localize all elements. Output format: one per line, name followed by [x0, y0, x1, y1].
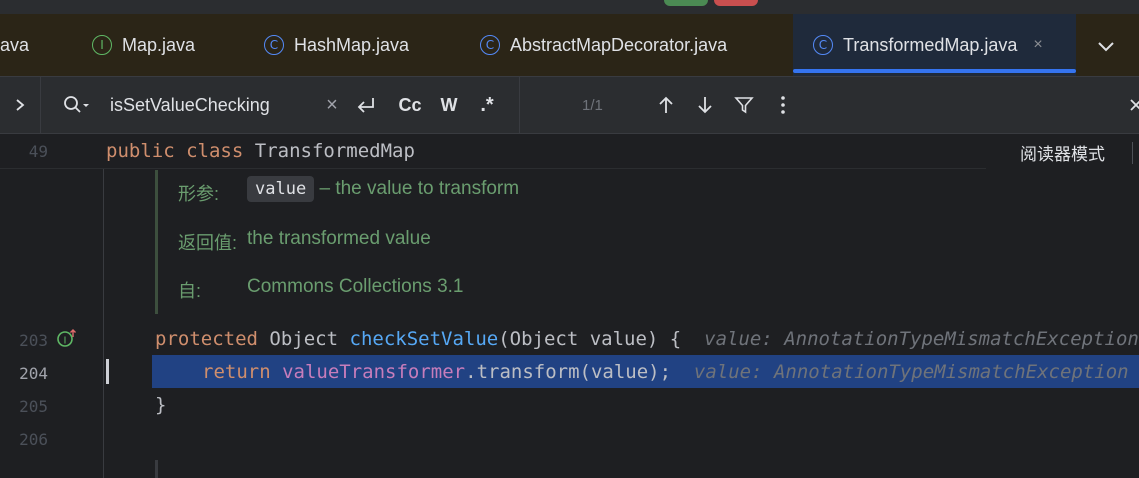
class-icon: C — [813, 35, 833, 55]
keyword: public — [106, 140, 175, 162]
tab-label: TransformedMap.java — [843, 34, 1018, 55]
line-number: 206 — [19, 430, 48, 449]
gutter-divider — [103, 134, 104, 478]
expand-replace-toggle[interactable] — [0, 77, 40, 133]
tab-label: HashMap.java — [294, 34, 410, 55]
divider — [40, 77, 41, 133]
match-count: 1/1 — [582, 96, 603, 114]
active-tab-indicator — [793, 69, 1076, 73]
doc-param-name: value — [247, 176, 315, 202]
indent-guide — [155, 460, 158, 478]
ide-window: ava I Map.java C HashMap.java C Abstract… — [0, 0, 1139, 478]
keyword: protected — [155, 328, 258, 350]
tab-label: AbstractMapDecorator.java — [510, 34, 728, 55]
text-caret — [106, 359, 109, 384]
field-name: valueTransformer — [282, 361, 466, 383]
close-tab-icon[interactable]: × — [1033, 36, 1042, 54]
method-name: checkSetValue — [349, 328, 499, 350]
regex-toggle[interactable]: .* — [474, 77, 500, 133]
match-case-toggle[interactable]: Cc — [394, 77, 426, 133]
type-name: Object — [269, 328, 339, 350]
interface-icon: I — [92, 35, 112, 55]
svg-text:I: I — [64, 336, 67, 347]
tab-hashmap-java[interactable]: C HashMap.java — [264, 14, 409, 76]
filter-button[interactable] — [732, 77, 756, 133]
keyword: class — [186, 140, 244, 162]
class-name: TransformedMap — [254, 140, 415, 162]
doc-since-label: 自: — [178, 281, 202, 301]
doc-param-desc: – the value to transform — [319, 178, 520, 199]
close-search-button[interactable] — [1126, 77, 1139, 133]
tab-transformedmap-java[interactable]: C TransformedMap.java × — [793, 14, 1076, 76]
inline-debug-hint: value: AnnotationTypeMismatchException — [704, 328, 1139, 350]
tab-abstractmapdecorator-java[interactable]: C AbstractMapDecorator.java — [480, 14, 727, 76]
chevron-down-icon[interactable] — [1094, 34, 1118, 58]
doc-since-value: Commons Collections 3.1 — [247, 276, 464, 297]
search-history-button[interactable] — [60, 77, 92, 133]
editor-tab-bar: ava I Map.java C HashMap.java C Abstract… — [0, 14, 1139, 77]
class-icon: C — [480, 35, 500, 55]
divider — [519, 77, 520, 133]
previous-occurrence-button[interactable] — [654, 77, 678, 133]
search-input[interactable] — [110, 89, 310, 121]
tab-label: ava — [0, 34, 30, 55]
params: (Object value) { — [498, 328, 682, 350]
more-options-button[interactable] — [772, 77, 794, 133]
close-icon — [1130, 99, 1139, 111]
doc-returns-label: 返回值: — [178, 233, 238, 253]
line-number: 203 — [19, 331, 48, 350]
implements-method-icon[interactable]: I — [56, 328, 76, 348]
sticky-code: public class TransformedMap — [106, 140, 415, 162]
stop-indicator[interactable] — [714, 0, 758, 6]
arrow-up-icon — [659, 96, 673, 113]
code-line-205: } — [155, 394, 167, 416]
code-line-203: protected Object checkSetValue(Object va… — [155, 328, 1139, 350]
more-vertical-icon — [781, 96, 785, 114]
filter-icon — [734, 97, 754, 114]
sticky-header-line[interactable]: 49 public class TransformedMap — [0, 134, 1139, 169]
new-line-button[interactable] — [352, 77, 380, 133]
title-strip — [0, 0, 1139, 14]
clear-search-icon[interactable]: × — [322, 77, 342, 133]
class-icon: C — [264, 35, 284, 55]
search-icon — [64, 96, 89, 113]
find-bar: × Cc W .* 1/1 — [0, 77, 1139, 134]
code-editor[interactable]: 49 public class TransformedMap 阅读器模式 形参:… — [0, 134, 1139, 478]
code-line-204: return valueTransformer.transform(value)… — [202, 361, 1129, 383]
run-indicator[interactable] — [664, 0, 708, 6]
doc-param-line: value – the value to transform — [247, 176, 520, 202]
method-call: .transform(value); — [465, 361, 672, 383]
doc-comment-bar — [155, 170, 158, 314]
chevron-right-icon — [16, 99, 25, 111]
doc-param-label: 形参: — [178, 184, 220, 204]
tab-label: Map.java — [122, 34, 196, 55]
line-number: 49 — [28, 142, 48, 161]
next-occurrence-button[interactable] — [693, 77, 717, 133]
whole-words-toggle[interactable]: W — [436, 77, 462, 133]
line-number: 204 — [19, 364, 48, 383]
line-number: 205 — [19, 397, 48, 416]
arrow-down-icon — [698, 97, 712, 114]
doc-returns-desc: the transformed value — [247, 228, 431, 249]
enter-icon — [357, 98, 374, 113]
tab-map-java[interactable]: I Map.java — [92, 14, 195, 76]
inline-debug-hint: value: AnnotationTypeMismatchException — [693, 361, 1129, 383]
keyword: return — [202, 361, 271, 383]
reader-mode-button[interactable]: 阅读器模式 — [986, 134, 1139, 170]
tab-partial[interactable]: ava — [0, 14, 29, 76]
